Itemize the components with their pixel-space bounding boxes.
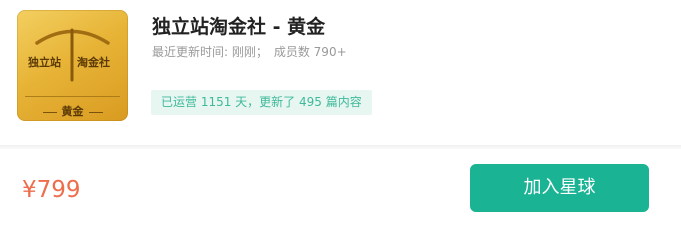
planet-card: 独立站 淘金社 黄金 独立站淘金社 - 黄金 最近更新时间: 刚刚； 成员数 79… <box>0 0 681 242</box>
price-label: ¥799 <box>22 177 81 203</box>
logo-bottom-label: 黄金 <box>17 103 128 119</box>
group-meta: 最近更新时间: 刚刚； 成员数 790+ <box>152 44 347 60</box>
group-title: 独立站淘金社 - 黄金 <box>152 16 326 38</box>
section-divider <box>0 145 681 149</box>
card-header: 独立站 淘金社 黄金 独立站淘金社 - 黄金 最近更新时间: 刚刚； 成员数 79… <box>0 0 681 145</box>
logo-right-text: 淘金社 <box>77 56 110 69</box>
logo-left-text: 独立站 <box>28 56 61 69</box>
last-updated-text: 最近更新时间: 刚刚； <box>152 45 268 59</box>
group-logo: 独立站 淘金社 黄金 <box>17 10 128 121</box>
logo-bottom-text: 黄金 <box>61 105 84 118</box>
member-count-text: 成员数 790+ <box>273 45 347 59</box>
join-planet-button[interactable]: 加入星球 <box>470 164 649 212</box>
operation-stats-badge: 已运营 1151 天，更新了 495 篇内容 <box>151 90 372 115</box>
logo-divider <box>25 96 120 97</box>
logo-dash-right <box>88 111 103 113</box>
logo-dash-left <box>42 111 57 113</box>
